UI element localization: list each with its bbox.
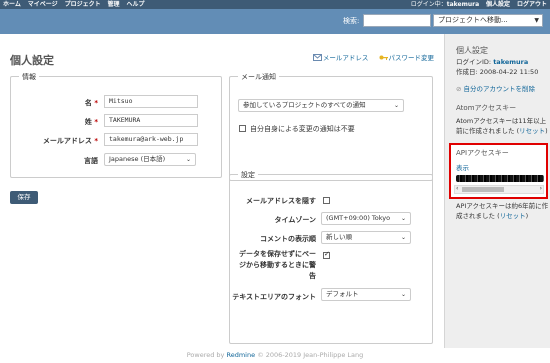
top-menu-projects[interactable]: プロジェクト bbox=[65, 1, 101, 8]
comments-order-value: 新しい順 bbox=[326, 233, 352, 241]
top-menu-help[interactable]: ヘルプ bbox=[126, 1, 144, 8]
scroll-left-icon[interactable]: ‹ bbox=[456, 185, 458, 192]
top-menu-my-page[interactable]: マイページ bbox=[28, 1, 58, 8]
mail-notification-value: 参加しているプロジェクトのすべての通知 bbox=[243, 101, 366, 109]
email-input[interactable]: takemura@ark-web.jp bbox=[104, 133, 198, 146]
contextual-links: メールアドレス パスワード変更 bbox=[305, 52, 434, 62]
warn-unsaved-label: データを保存せずにページから移動するときに警告 bbox=[239, 250, 316, 280]
textarea-font-select[interactable]: デフォルト ⌄ bbox=[321, 288, 411, 301]
footer-prefix: Powered by bbox=[186, 351, 225, 359]
redmine-link[interactable]: Redmine bbox=[227, 351, 256, 359]
warn-unsaved-checkbox[interactable] bbox=[323, 250, 330, 259]
email-label: メールアドレス * bbox=[20, 136, 98, 146]
atom-key-text: Atomアクセスキーは11年以上前に作成されました (リセット) bbox=[456, 116, 550, 136]
required-mark: * bbox=[94, 118, 98, 126]
atom-key-title: Atomアクセスキー bbox=[456, 104, 517, 112]
email-addresses-label: メールアドレス bbox=[322, 54, 369, 62]
comments-order-select[interactable]: 新しい順 ⌄ bbox=[321, 231, 411, 244]
api-key-show-link[interactable]: 表示 bbox=[456, 162, 469, 172]
project-jump-value: プロジェクトへ移動... bbox=[438, 16, 508, 24]
chevron-down-icon: ⌄ bbox=[400, 234, 406, 241]
top-menu-home[interactable]: ホーム bbox=[3, 1, 21, 8]
logged-user-link[interactable]: takemura bbox=[447, 1, 479, 8]
chevron-down-icon: ⌄ bbox=[185, 156, 191, 163]
last-name-label: 姓 * bbox=[40, 117, 98, 127]
no-self-notified-checkbox[interactable] bbox=[239, 125, 246, 132]
project-jump-select[interactable]: プロジェクトへ移動... ▼ bbox=[433, 14, 543, 27]
top-menu-my-account[interactable]: 個人設定 bbox=[486, 1, 510, 8]
api-key-value-redacted bbox=[456, 175, 544, 182]
header: 検索: プロジェクトへ移動... ▼ bbox=[0, 9, 550, 34]
last-name-label-text: 姓 bbox=[84, 118, 92, 126]
search-input[interactable] bbox=[363, 14, 431, 27]
scroll-right-icon[interactable]: › bbox=[540, 185, 542, 192]
change-password-label: パスワード変更 bbox=[388, 54, 435, 62]
timezone-label: タイムゾーン bbox=[274, 216, 316, 224]
top-menu-admin[interactable]: 管理 bbox=[108, 1, 120, 8]
footer: Powered by Redmine © 2006-2019 Jean-Phil… bbox=[0, 348, 550, 363]
email-addresses-link[interactable]: メールアドレス bbox=[312, 54, 369, 62]
chevron-down-icon: ⌄ bbox=[393, 102, 399, 109]
mail-notification-select[interactable]: 参加しているプロジェクトのすべての通知 ⌄ bbox=[238, 99, 404, 112]
email-icon bbox=[312, 54, 322, 61]
sidebar-title: 個人設定 bbox=[456, 46, 488, 55]
textarea-font-label: テキストエリアのフォント bbox=[232, 293, 316, 301]
required-mark: * bbox=[94, 99, 98, 107]
change-password-link[interactable]: パスワード変更 bbox=[379, 54, 435, 62]
api-key-scrollbar[interactable]: ‹ › bbox=[454, 185, 544, 194]
language-select[interactable]: Japanese (日本語) ⌄ bbox=[104, 153, 196, 166]
api-key-highlight-box: APIアクセスキー 表示 ‹ › bbox=[449, 143, 548, 199]
atom-key-reset-link[interactable]: リセット bbox=[519, 127, 545, 135]
chevron-down-icon: ⌄ bbox=[400, 215, 406, 222]
first-name-label-text: 名 bbox=[84, 99, 92, 107]
timezone-value: (GMT+09:00) Tokyo bbox=[326, 214, 391, 222]
api-key-close-paren: ) bbox=[525, 212, 529, 220]
api-key-text: APIアクセスキーは約6年前に作成されました (リセット) bbox=[456, 201, 550, 221]
delete-account-link[interactable]: 自分のアカウントを削除 bbox=[464, 85, 536, 93]
footer-copyright: © 2006-2019 Jean-Philippe Lang bbox=[257, 351, 364, 359]
timezone-select[interactable]: (GMT+09:00) Tokyo ⌄ bbox=[321, 212, 411, 225]
login-id-label: ログインID: bbox=[456, 58, 492, 66]
settings-legend: 設定 bbox=[238, 170, 258, 180]
search-label: 検索: bbox=[343, 17, 360, 25]
language-value: Japanese (日本語) bbox=[109, 155, 166, 163]
api-key-title: APIアクセスキー bbox=[456, 149, 509, 157]
top-menu-logout[interactable]: ログアウト bbox=[517, 1, 547, 8]
created-on: 作成日: 2008-04-22 11:50 bbox=[456, 68, 539, 76]
info-legend: 情報 bbox=[19, 72, 39, 82]
key-icon bbox=[379, 55, 388, 60]
first-name-input[interactable]: Mitsuo bbox=[104, 95, 198, 108]
hide-mail-label: メールアドレスを隠す bbox=[246, 197, 316, 205]
login-id-link[interactable]: takemura bbox=[493, 58, 528, 66]
page-title: 個人設定 bbox=[10, 54, 54, 67]
required-mark: * bbox=[94, 137, 98, 145]
comments-order-label: コメントの表示順 bbox=[260, 235, 316, 243]
delete-icon: ⊘ bbox=[456, 85, 462, 93]
scrollbar-thumb[interactable] bbox=[462, 187, 504, 192]
mail-notification-legend: メール通知 bbox=[238, 72, 279, 82]
no-self-notified-label: 自分自身による変更の通知は不要 bbox=[250, 125, 355, 133]
api-key-reset-link[interactable]: リセット bbox=[500, 212, 526, 220]
email-label-text: メールアドレス bbox=[42, 137, 92, 145]
first-name-label: 名 * bbox=[40, 98, 98, 108]
hide-mail-checkbox[interactable] bbox=[323, 197, 330, 204]
top-menu: ホーム マイページ プロジェクト 管理 ヘルプ ログイン中：takemura 個… bbox=[0, 0, 550, 9]
logged-as-label: ログイン中： bbox=[410, 1, 447, 8]
chevron-down-icon: ⌄ bbox=[400, 291, 406, 298]
save-button[interactable]: 保存 bbox=[10, 191, 38, 204]
content: 個人設定 メールアドレス パスワード変更 情報 名 * Mitsuo 姓 * T… bbox=[0, 34, 445, 348]
login-id-line: ログインID: takemura bbox=[456, 57, 550, 67]
top-menu-right: ログイン中：takemura 個人設定 ログアウト bbox=[406, 0, 547, 9]
language-label: 言語 bbox=[84, 157, 98, 165]
atom-key-close-paren: ) bbox=[545, 127, 548, 135]
delete-account-line: ⊘ 自分のアカウントを削除 bbox=[456, 84, 550, 94]
textarea-font-value: デフォルト bbox=[326, 290, 359, 298]
last-name-input[interactable]: TAKEMURA bbox=[104, 114, 198, 127]
top-menu-left: ホーム マイページ プロジェクト 管理 ヘルプ bbox=[3, 0, 149, 9]
chevron-down-icon: ▼ bbox=[534, 17, 539, 24]
